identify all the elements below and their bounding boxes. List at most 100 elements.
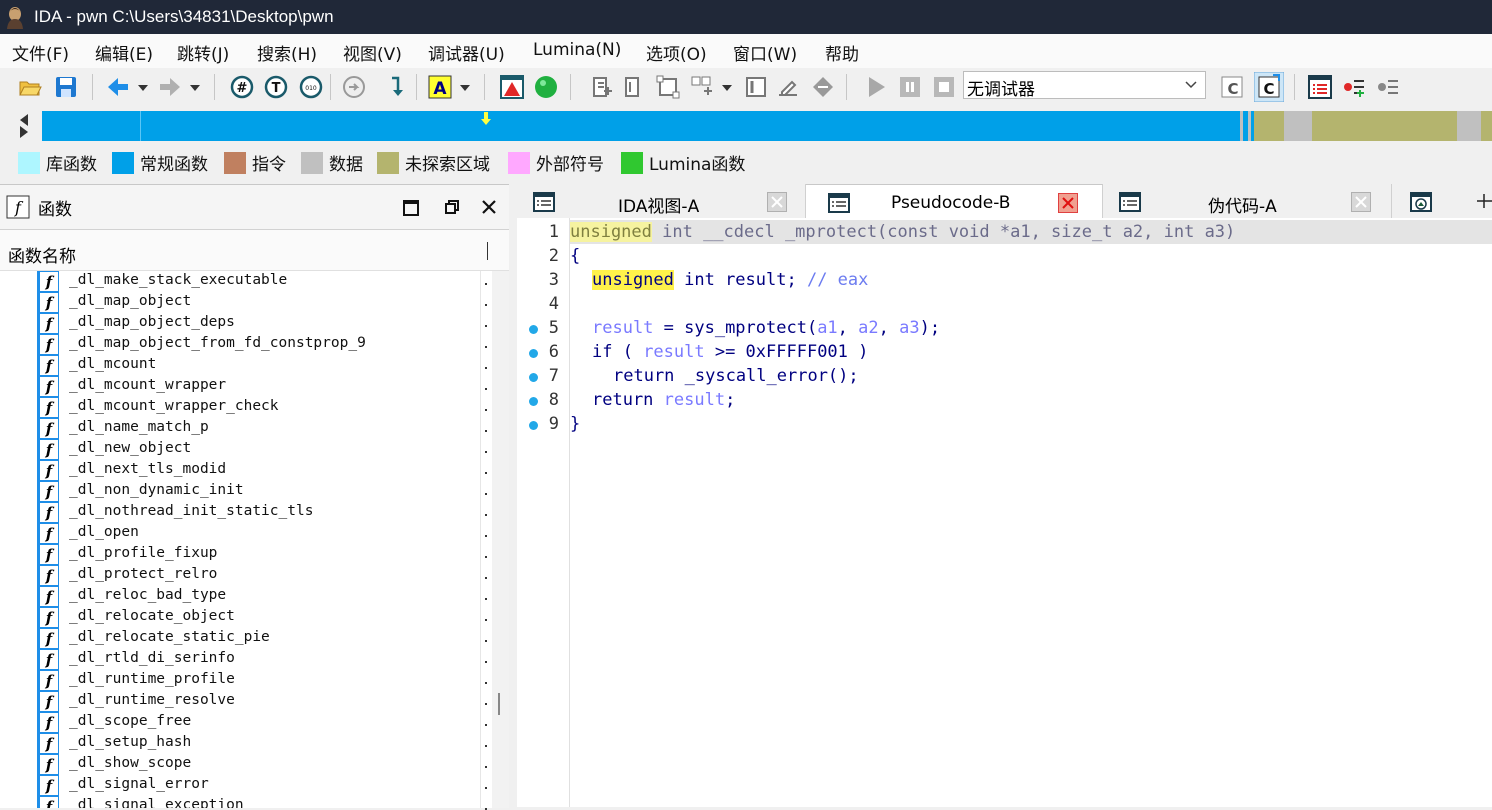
chevron-down-icon[interactable]	[720, 75, 734, 99]
breakpoint-dot[interactable]	[529, 373, 538, 382]
restore-icon[interactable]	[444, 199, 460, 215]
pseudocode-view[interactable]: 1 2 3 4 5 6 7 8 9 unsigned int __cdecl _…	[517, 218, 1492, 807]
list-item[interactable]: f _dl_signal_exception	[0, 796, 480, 808]
close-icon[interactable]	[482, 200, 496, 214]
navigation-bar[interactable]	[42, 111, 1492, 141]
tab-pseudocode-b[interactable]: Pseudocode-B	[806, 184, 1103, 219]
menu-view[interactable]: 视图(V)	[343, 40, 402, 65]
list-item[interactable]: f _dl_protect_relro	[0, 565, 480, 586]
maximize-icon[interactable]	[402, 199, 420, 217]
chevron-down-icon[interactable]	[136, 75, 150, 99]
code-line-5[interactable]: result = sys_mprotect(a1, a2, a3);	[592, 318, 940, 338]
functions-list[interactable]: f _dl_make_stack_executable f _dl_map_objec…	[0, 271, 480, 808]
back-arrow-icon[interactable]	[106, 75, 130, 99]
chevron-down-icon[interactable]	[458, 75, 472, 99]
menu-search[interactable]: 搜索(H)	[257, 40, 317, 65]
menu-help[interactable]: 帮助	[825, 40, 859, 65]
list-item[interactable]: f _dl_nothread_init_static_tls	[0, 502, 480, 523]
list-item[interactable]: f _dl_non_dynamic_init	[0, 481, 480, 502]
column-function-name[interactable]: 函数名称	[8, 242, 76, 267]
segment-bracket-icon[interactable]	[744, 75, 768, 99]
close-icon[interactable]	[1058, 193, 1078, 213]
breakpoint-dot[interactable]	[529, 421, 538, 430]
debugger-select[interactable]: 无调试器	[963, 71, 1206, 100]
tab-pseudocode-a[interactable]: 伪代码-A	[1103, 184, 1392, 218]
open-folder-icon[interactable]	[18, 75, 42, 99]
close-icon[interactable]	[1351, 192, 1371, 212]
menu-options[interactable]: 选项(O)	[646, 40, 707, 65]
list-item[interactable]: f _dl_mcount_wrapper	[0, 376, 480, 397]
list-item[interactable]: f _dl_signal_error	[0, 775, 480, 796]
list-item[interactable]: f _dl_map_object_deps	[0, 313, 480, 334]
functions-scrollbar[interactable]	[492, 271, 509, 808]
add-segment-icon[interactable]	[690, 75, 714, 99]
menu-debugger[interactable]: 调试器(U)	[428, 40, 505, 65]
list-item[interactable]: f _dl_scope_free	[0, 712, 480, 733]
list-item[interactable]: f _dl_next_tls_modid	[0, 460, 480, 481]
tab-hex-view[interactable]	[1392, 184, 1492, 218]
edit-function-icon[interactable]	[622, 75, 646, 99]
create-function-icon[interactable]	[590, 75, 614, 99]
step-into-icon[interactable]	[386, 75, 410, 99]
list-item[interactable]: f _dl_new_object	[0, 439, 480, 460]
struct-icon[interactable]	[656, 75, 680, 99]
scrollbar-thumb[interactable]	[498, 693, 500, 715]
run-green-icon[interactable]	[534, 75, 558, 99]
menu-lumina[interactable]: Lumina(N)	[533, 40, 621, 60]
list-item[interactable]: f _dl_runtime_profile	[0, 670, 480, 691]
code-line-9[interactable]: }	[570, 414, 580, 434]
add-tab-icon[interactable]	[1476, 193, 1492, 209]
list-item[interactable]: f _dl_name_match_p	[0, 418, 480, 439]
menu-jump[interactable]: 跳转(J)	[177, 40, 229, 65]
chevron-down-icon[interactable]	[188, 75, 202, 99]
pseudocode-c-icon[interactable]: C	[1254, 72, 1284, 102]
pause-icon[interactable]	[898, 75, 922, 99]
add-breakpoint-icon[interactable]	[1342, 75, 1366, 99]
list-item[interactable]: f _dl_reloc_bad_type	[0, 586, 480, 607]
save-icon[interactable]	[54, 75, 78, 99]
code-line-2[interactable]: {	[570, 246, 580, 266]
binary-data-icon[interactable]: 010	[299, 75, 323, 99]
menu-window[interactable]: 窗口(W)	[733, 40, 797, 65]
list-item[interactable]: f _dl_relocate_static_pie	[0, 628, 480, 649]
tab-ida-view-a[interactable]: IDA视图-A	[517, 184, 806, 218]
list-item[interactable]: f _dl_open	[0, 523, 480, 544]
hex-number-icon[interactable]: #	[230, 75, 254, 99]
start-debug-icon[interactable]	[864, 75, 888, 99]
breakpoint-dot[interactable]	[529, 349, 538, 358]
menu-edit[interactable]: 编辑(E)	[95, 40, 153, 65]
breakpoint-dot[interactable]	[529, 325, 538, 334]
list-item[interactable]: f _dl_map_object_from_fd_constprop_9	[0, 334, 480, 355]
menu-file[interactable]: 文件(F)	[12, 40, 69, 65]
text-string-icon[interactable]: T	[264, 75, 288, 99]
breakpoint-list-icon[interactable]	[1376, 75, 1400, 99]
stop-icon[interactable]	[932, 75, 956, 99]
diamond-icon[interactable]	[811, 75, 835, 99]
list-item[interactable]: f _dl_relocate_object	[0, 607, 480, 628]
graph-overview-icon[interactable]	[500, 75, 524, 99]
list-item[interactable]: f _dl_map_object	[0, 292, 480, 313]
code-line-1[interactable]: unsigned int __cdecl _mprotect(const voi…	[570, 222, 1235, 242]
list-item[interactable]: f _dl_show_scope	[0, 754, 480, 775]
goto-address-icon[interactable]	[342, 75, 366, 99]
list-item[interactable]: f _dl_runtime_resolve	[0, 691, 480, 712]
list-item[interactable]: f _dl_setup_hash	[0, 733, 480, 754]
highlight-text-icon[interactable]: A	[428, 75, 452, 99]
patch-pencil-icon[interactable]	[776, 75, 800, 99]
code-line-3[interactable]: unsigned int result; // eax	[592, 270, 868, 290]
list-item[interactable]: f _dl_rtld_di_serinfo	[0, 649, 480, 670]
column-divider[interactable]	[487, 242, 492, 260]
list-item[interactable]: f _dl_mcount	[0, 355, 480, 376]
list-item[interactable]: f _dl_profile_fixup	[0, 544, 480, 565]
decompile-c-icon[interactable]: C	[1220, 75, 1244, 99]
list-view-icon[interactable]	[1308, 75, 1332, 99]
forward-arrow-icon[interactable]	[158, 75, 182, 99]
code-line-7[interactable]: return _syscall_error();	[613, 366, 859, 386]
close-icon[interactable]	[767, 192, 787, 212]
code-line-8[interactable]: return result;	[592, 390, 735, 410]
nav-scroll-arrows-icon[interactable]	[16, 112, 32, 140]
breakpoint-dot[interactable]	[529, 397, 538, 406]
list-item[interactable]: f _dl_mcount_wrapper_check	[0, 397, 480, 418]
code-line-6[interactable]: if ( result >= 0xFFFFF001 )	[592, 342, 868, 362]
list-item[interactable]: f _dl_make_stack_executable	[0, 271, 480, 292]
